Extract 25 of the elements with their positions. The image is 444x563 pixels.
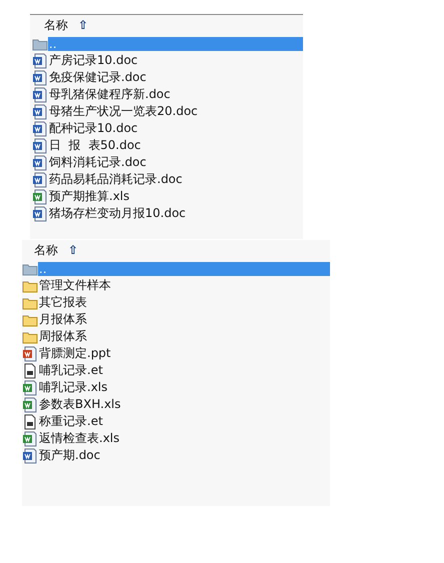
file-row[interactable]: 猪场存栏变动月报10.doc [32,205,303,222]
file-row[interactable]: 预产期.doc [22,447,330,464]
column-header[interactable]: 名称 ⇧ [22,240,330,260]
file-row[interactable]: 预产期推算.xls [32,188,303,205]
file-row[interactable]: 日 报 表50.doc [32,137,303,154]
file-row[interactable]: 饲料消耗记录.doc [32,154,303,171]
file-row[interactable]: 月报体系 [22,311,330,328]
sort-arrow-icon: ⇧ [68,243,78,257]
file-row[interactable]: 母乳猪保健程序新.doc [32,86,303,103]
file-row[interactable]: 背膘测定.ppt [22,345,330,362]
file-row[interactable]: 药品易耗品消耗记录.doc [32,171,303,188]
column-header[interactable]: 名称 ⇧ [32,15,303,35]
file-row[interactable]: 母猪生产状况一览表20.doc [32,103,303,120]
file-row[interactable]: 产房记录10.doc [32,52,303,69]
sort-arrow-icon: ⇧ [78,18,88,32]
file-row[interactable]: 免疫保健记录.doc [32,69,303,86]
file-row[interactable]: 其它报表 [22,294,330,311]
file-row[interactable]: 哺乳记录.xls [22,379,330,396]
file-row[interactable]: 配种记录10.doc [32,120,303,137]
file-row[interactable]: 返情检查表.xls [22,430,330,447]
file-row[interactable]: 周报体系 [22,328,330,345]
file-row[interactable]: 参数表BXH.xls [22,396,330,413]
file-row[interactable]: 哺乳记录.et [22,362,330,379]
file-row[interactable]: 称重记录.et [22,413,330,430]
file-row[interactable]: 管理文件样本 [22,277,330,294]
